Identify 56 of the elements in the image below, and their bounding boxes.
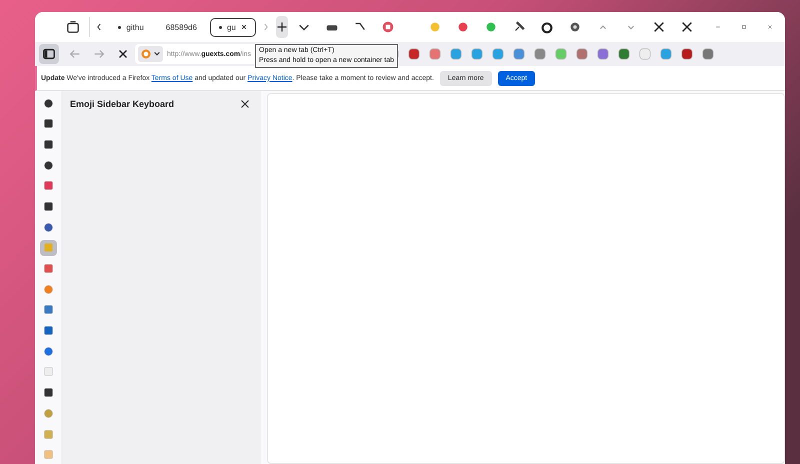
new-tab-button[interactable] (276, 16, 288, 38)
emoji-icon (42, 98, 54, 108)
emoji-icon (42, 200, 54, 212)
scroll-right-icon[interactable] (262, 22, 269, 32)
caret-icon (153, 50, 161, 58)
emoji-icon (42, 346, 54, 357)
emoji-icon (42, 366, 54, 378)
extension-icon[interactable] (470, 47, 484, 61)
emoji-icon (42, 408, 54, 419)
extension-icon[interactable] (680, 47, 694, 61)
sidebar-icon (42, 47, 56, 61)
extension-icon[interactable] (406, 47, 420, 61)
extension-icon[interactable] (490, 47, 504, 61)
emoji-icon (42, 304, 54, 316)
tab[interactable]: githu (109, 18, 153, 36)
sidebar-title: Emoji Sidebar Keyboard (70, 99, 174, 109)
scroll-left-icon[interactable] (96, 22, 102, 32)
emoji-icon (42, 180, 54, 192)
forward-icon[interactable] (92, 47, 106, 61)
emoji-icon (42, 242, 54, 254)
extension-icon[interactable] (448, 47, 462, 61)
stop-icon[interactable] (380, 20, 395, 34)
close-icon[interactable] (652, 20, 666, 34)
extension-icon[interactable] (532, 47, 546, 61)
emoji-icon (42, 449, 54, 460)
emoji-icon (42, 160, 54, 171)
dot-icon[interactable] (456, 20, 470, 34)
extension-icon[interactable] (596, 47, 610, 61)
plus-icon (276, 21, 288, 33)
emoji-icon (42, 118, 54, 130)
dot-icon[interactable] (428, 20, 442, 34)
emoji-icon (42, 325, 54, 336)
emoji-icon (42, 263, 54, 274)
search-engine-icon (140, 48, 152, 60)
tab-overview-icon[interactable] (66, 20, 80, 34)
sidebar-toggle-button[interactable] (39, 44, 59, 64)
tab[interactable]: gu (210, 18, 256, 36)
extension-icon[interactable] (574, 47, 588, 61)
close-icon[interactable] (680, 20, 694, 34)
emoji-icon (42, 222, 54, 233)
emoji-icon (42, 138, 54, 150)
extension-icon[interactable] (658, 47, 672, 61)
tab[interactable]: 68589d6 (156, 18, 206, 36)
tab-close-icon[interactable] (240, 24, 247, 30)
emoji-icon (42, 284, 54, 295)
extension-icon[interactable] (512, 47, 526, 61)
dot-icon[interactable] (484, 20, 498, 34)
extension-icon[interactable] (428, 47, 442, 61)
back-icon[interactable] (68, 47, 82, 61)
record-icon[interactable] (568, 20, 582, 34)
extension-icon[interactable] (700, 47, 714, 61)
emoji-icon (42, 387, 54, 398)
power-icon[interactable] (540, 20, 554, 34)
extension-icon[interactable] (616, 47, 630, 61)
emoji-icon (42, 428, 54, 440)
search-engine-button[interactable] (138, 46, 163, 62)
